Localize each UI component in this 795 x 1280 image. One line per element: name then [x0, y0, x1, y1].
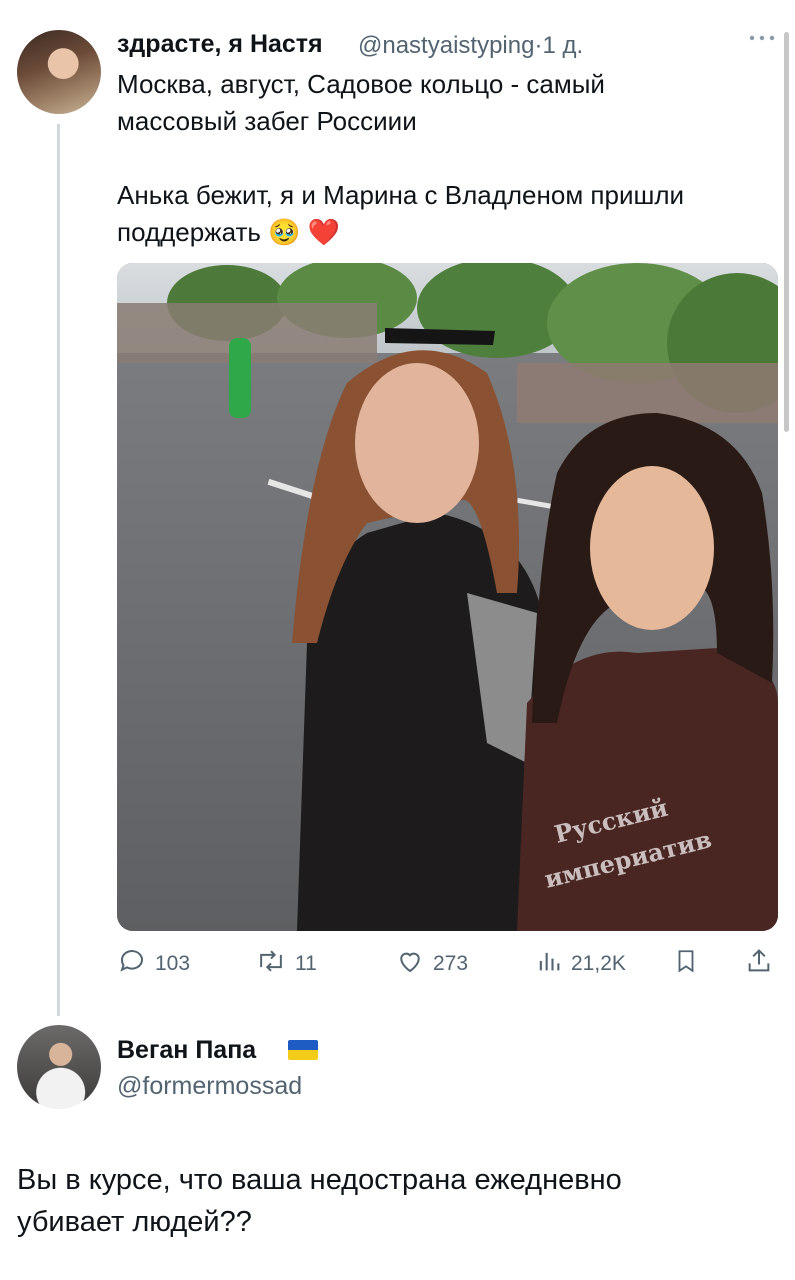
views-count: 21,2K	[571, 952, 626, 975]
reply-author-avatar[interactable]	[17, 1025, 101, 1109]
reply-text-line: Вы в курсе, что ваша недострана ежедневн…	[17, 1164, 622, 1196]
reply-author-handle[interactable]: @formermossad	[117, 1072, 302, 1101]
tweet-text-line: поддержать 🥹 ❤️	[117, 217, 341, 247]
tweet-text-line: Москва, август, Садовое кольцо - самый	[117, 69, 605, 99]
views-icon	[535, 946, 571, 982]
author-avatar[interactable]	[17, 30, 101, 114]
share-icon	[745, 946, 781, 982]
reply-author-name[interactable]: Веган Папа	[117, 1036, 256, 1065]
author-name[interactable]: здрасте, я Настя	[117, 30, 323, 59]
like-count: 273	[433, 952, 469, 975]
tweet-photo[interactable]: Русский империатив	[117, 263, 778, 931]
tweet-time[interactable]: 1 д.	[542, 32, 583, 59]
author-handle[interactable]: @nastyaistyping	[358, 32, 534, 59]
tweet-text-line: массовый забег Россиии	[117, 106, 417, 136]
author-handle-time: @nastyaistyping·1 д.	[358, 32, 583, 60]
views-button[interactable]: 21,2K	[535, 948, 626, 980]
thread-line	[57, 124, 60, 1016]
more-horizontal-icon[interactable]	[745, 28, 779, 48]
scrollbar[interactable]	[784, 32, 789, 432]
bookmark-icon	[673, 946, 707, 982]
retweet-button[interactable]: 11	[255, 948, 317, 980]
bookmark-button[interactable]	[673, 948, 707, 980]
reply-text-line: убивает людей??	[17, 1206, 252, 1238]
like-button[interactable]: 273	[395, 948, 468, 980]
share-button[interactable]	[745, 948, 781, 980]
retweet-count: 11	[295, 952, 317, 975]
reply-icon	[117, 946, 155, 982]
tweet-text-line: Анька бежит, я и Марина с Владленом приш…	[117, 180, 685, 210]
reply-button[interactable]: 103	[117, 948, 190, 980]
heart-icon	[395, 946, 433, 982]
ukraine-flag-icon	[288, 1040, 318, 1060]
reply-count: 103	[155, 952, 191, 975]
retweet-icon	[255, 946, 295, 982]
